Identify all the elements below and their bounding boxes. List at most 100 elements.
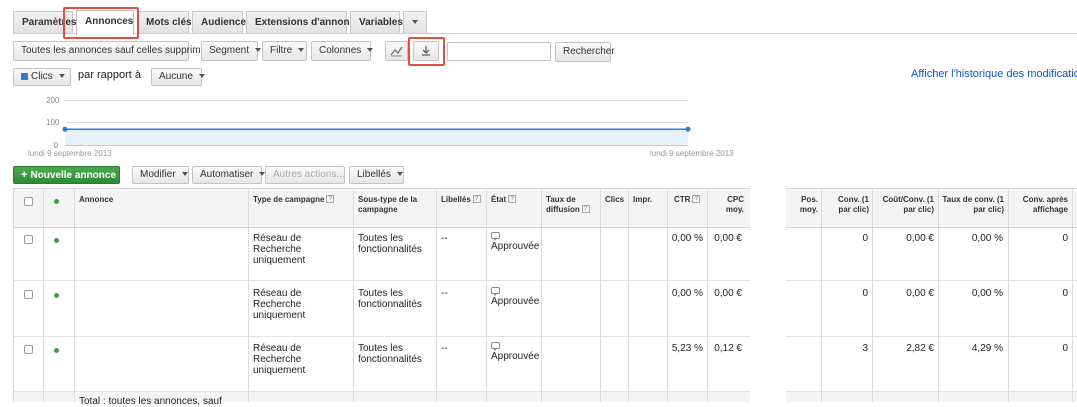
cell-labels: -- — [441, 233, 448, 244]
cell-ctr: 0,00 % — [671, 288, 703, 299]
status-text: Approuvée — [491, 296, 540, 307]
row-checkbox[interactable] — [24, 235, 33, 244]
header-view-through[interactable]: Conv. après affichage — [1011, 195, 1068, 215]
row-checkbox[interactable] — [24, 345, 33, 354]
cell-conv: 3 — [862, 343, 868, 354]
labels-button[interactable]: Libellés — [349, 166, 404, 184]
plus-icon: + — [21, 169, 28, 181]
cell-cpc: 0,12 € — [714, 343, 742, 354]
header-ctr-label: CTR — [674, 195, 691, 204]
column-divider — [13, 188, 14, 402]
more-actions-label: Autres actions... — [273, 169, 345, 180]
header-position[interactable]: Pos. moy. — [788, 195, 818, 215]
header-cost-per-conv[interactable]: Coût/Conv. (1 par clic) — [876, 195, 934, 215]
header-annonce[interactable]: Annonce — [79, 195, 113, 205]
status-text: Approuvée — [491, 241, 540, 252]
column-divider — [1072, 188, 1073, 402]
chevron-down-icon — [181, 172, 188, 177]
column-divider — [248, 188, 249, 402]
header-campaign-subtype[interactable]: Sous-type de la campagne — [358, 195, 432, 215]
header-cpc[interactable]: CPC moy. — [711, 195, 744, 215]
status-dot-header — [54, 199, 59, 204]
status-dot — [54, 348, 59, 353]
cell-conv-rate: 4,29 % — [971, 343, 1003, 354]
row-checkbox[interactable] — [24, 290, 33, 299]
cell-view-through: 0 — [1062, 288, 1068, 299]
comment-icon[interactable] — [491, 287, 500, 296]
header-labels[interactable]: Libellés? — [441, 195, 481, 205]
data-point[interactable] — [62, 126, 68, 132]
row-divider — [13, 280, 1077, 281]
clicks-chart — [62, 126, 691, 145]
header-labels-label: Libellés — [441, 195, 471, 204]
new-ad-label: Nouvelle annonce — [30, 170, 117, 181]
column-divider — [628, 188, 629, 402]
header-serving-rate-label: Taux de diffusion — [546, 195, 580, 214]
column-divider — [353, 188, 354, 402]
cell-view-through: 0 — [1062, 233, 1068, 244]
cell-status: Approuvée — [491, 287, 539, 307]
status-text: Approuvée — [491, 351, 540, 362]
help-icon[interactable]: ? — [326, 195, 335, 203]
cell-conv-rate: 0,00 % — [971, 233, 1003, 244]
cell-labels: -- — [441, 288, 448, 299]
header-clicks[interactable]: Clics — [605, 195, 624, 205]
header-conv-rate[interactable]: Taux de conv. (1 par clic) — [941, 195, 1005, 215]
cell-cost-conv: 0,00 € — [906, 288, 934, 299]
row-divider — [13, 336, 1077, 337]
column-divider — [541, 188, 542, 402]
data-point[interactable] — [685, 126, 691, 132]
column-divider — [436, 188, 437, 402]
cell-cpc: 0,00 € — [714, 288, 742, 299]
header-status-label: État — [491, 195, 507, 204]
cell-status: Approuvée — [491, 232, 539, 252]
cell-subtype: Toutes les fonctionnalités — [358, 233, 422, 255]
cell-conv-rate: 0,00 % — [971, 288, 1003, 299]
automate-label: Automatiser — [200, 169, 254, 180]
labels-label: Libellés — [357, 169, 391, 180]
chevron-down-icon — [122, 173, 129, 178]
header-conversions[interactable]: Conv. (1 par clic) — [824, 195, 869, 215]
header-campaign-type[interactable]: Type de campagne? — [253, 195, 335, 205]
comment-icon[interactable] — [491, 342, 500, 351]
status-dot — [54, 238, 59, 243]
cell-view-through: 0 — [1062, 343, 1068, 354]
status-dot — [54, 293, 59, 298]
automate-button[interactable]: Automatiser — [192, 166, 266, 184]
header-status[interactable]: État? — [491, 195, 517, 205]
cell-cpc: 0,00 € — [714, 233, 742, 244]
change-history-link[interactable]: Afficher l'historique des modifications — [911, 68, 1077, 80]
help-icon[interactable]: ? — [472, 195, 481, 203]
cell-cost-conv: 2,82 € — [906, 343, 934, 354]
comment-icon[interactable] — [491, 232, 500, 241]
help-icon[interactable]: ? — [581, 205, 590, 213]
cell-cost-conv: 0,00 € — [906, 233, 934, 244]
cell-subtype: Toutes les fonctionnalités — [358, 288, 422, 310]
cell-labels: -- — [441, 343, 448, 354]
cell-status: Approuvée — [491, 342, 539, 362]
cell-conv: 0 — [862, 288, 868, 299]
series-area — [65, 129, 688, 145]
header-impressions[interactable]: Impr. — [633, 195, 652, 205]
cell-campaign-type: Réseau de Recherche uniquement — [253, 343, 306, 376]
header-ctr[interactable]: CTR? — [674, 195, 701, 205]
chevron-down-icon — [396, 172, 403, 177]
cell-campaign-type: Réseau de Recherche uniquement — [253, 288, 306, 321]
new-ad-button[interactable]: + Nouvelle annonce — [13, 166, 129, 184]
help-icon[interactable]: ? — [692, 195, 701, 203]
help-icon[interactable]: ? — [508, 195, 517, 203]
column-divider — [486, 188, 487, 402]
header-campaign-type-label: Type de campagne — [253, 195, 325, 204]
select-all-checkbox[interactable] — [24, 197, 33, 206]
cell-ctr: 0,00 % — [671, 233, 703, 244]
column-divider — [600, 188, 601, 402]
cell-conv: 0 — [862, 233, 868, 244]
cell-subtype: Toutes les fonctionnalités — [358, 343, 422, 365]
column-divider — [43, 188, 44, 402]
x-start-label: lundi 9 septembre 2013 — [28, 149, 112, 158]
cell-ctr: 5,23 % — [671, 343, 703, 354]
more-actions-button[interactable]: Autres actions... — [265, 166, 357, 184]
header-serving-rate[interactable]: Taux de diffusion? — [546, 195, 596, 215]
modify-button[interactable]: Modifier — [132, 166, 189, 184]
x-end-label: lundi 9 septembre 2013 — [650, 149, 734, 158]
